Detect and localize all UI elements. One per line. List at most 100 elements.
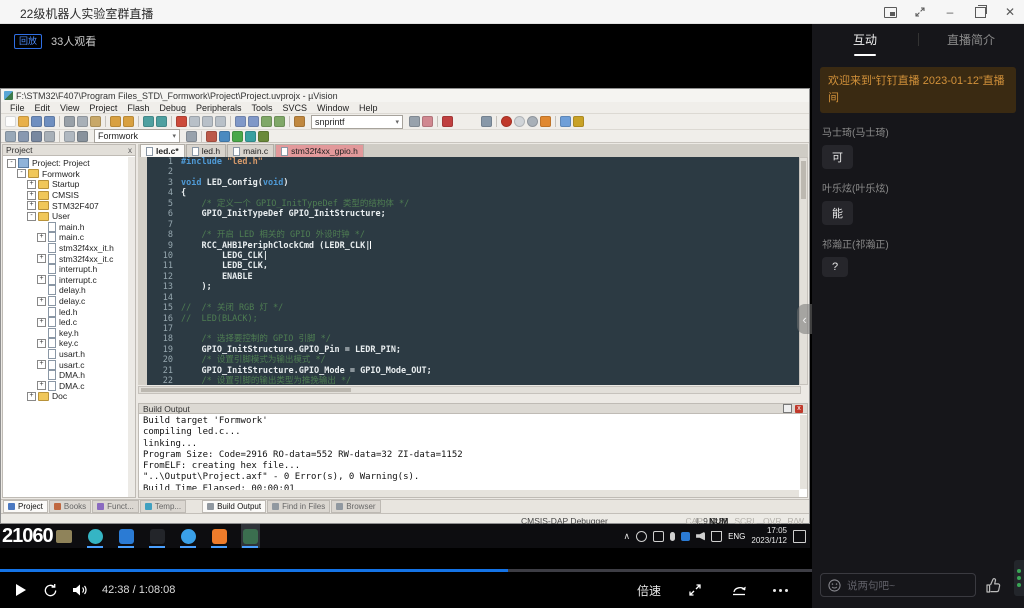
bookmark-toggle-icon[interactable] [176, 116, 187, 127]
expand-icon[interactable]: + [37, 297, 46, 306]
translate-icon[interactable] [5, 131, 16, 142]
tree-item-doc[interactable]: +Doc [3, 391, 135, 402]
expand-icon[interactable]: + [37, 318, 46, 327]
bookmark-clear-icon[interactable] [215, 116, 226, 127]
tree-item-led-h[interactable]: led.h [3, 306, 135, 317]
taskbar-app-app-blue-drive[interactable] [117, 524, 136, 548]
new-file-icon[interactable] [5, 116, 16, 127]
menu-svcs[interactable]: SVCS [278, 103, 313, 113]
taskbar-app-edge-browser[interactable] [86, 524, 105, 548]
menu-project[interactable]: Project [84, 103, 122, 113]
pack-installer-icon[interactable] [219, 131, 230, 142]
expand-icon[interactable]: + [27, 392, 36, 401]
menu-file[interactable]: File [5, 103, 30, 113]
breakpoint-kill-icon[interactable] [527, 116, 538, 127]
menu-view[interactable]: View [55, 103, 84, 113]
editor-tab-led-c-[interactable]: led.c* [140, 144, 185, 157]
book-icon[interactable] [294, 116, 305, 127]
tree-item-usart-c[interactable]: +usart.c [3, 359, 135, 370]
batch-build-icon[interactable] [44, 131, 55, 142]
input-language[interactable]: ENG [728, 532, 745, 541]
tree-item-key-c[interactable]: +key.c [3, 338, 135, 349]
maximize-button[interactable] [972, 4, 988, 20]
tree-item-usart-h[interactable]: usart.h [3, 349, 135, 360]
person-icon[interactable] [422, 116, 433, 127]
tree-item-user[interactable]: -User [3, 211, 135, 222]
tree-item-interrupt-h[interactable]: interrupt.h [3, 264, 135, 275]
mic-icon[interactable] [670, 532, 675, 541]
close-button[interactable]: ✕ [1002, 4, 1018, 20]
indent-right-icon[interactable] [248, 116, 259, 127]
build-output-log[interactable]: Build target 'Formwork'compiling led.c..… [138, 414, 808, 498]
tree-item-interrupt-c[interactable]: +interrupt.c [3, 275, 135, 286]
expand-icon[interactable]: + [37, 275, 46, 284]
notification-center-icon[interactable] [793, 530, 806, 543]
open-file-icon[interactable] [18, 116, 29, 127]
uncomment-icon[interactable] [274, 116, 285, 127]
menu-debug[interactable]: Debug [154, 103, 191, 113]
project-scrollbar[interactable] [128, 157, 135, 497]
view-tab-temp-[interactable]: Temp... [140, 500, 186, 513]
view-tab-project[interactable]: Project [3, 500, 48, 513]
view-tab-browser[interactable]: Browser [331, 500, 380, 513]
tree-item-stm32f4xx-it-h[interactable]: stm32f4xx_it.h [3, 243, 135, 254]
device-icon[interactable] [653, 531, 664, 542]
like-button[interactable] [985, 577, 1002, 594]
view-tab-find-in-files[interactable]: Find in Files [267, 500, 330, 513]
tree-item-stm32f407[interactable]: +STM32F407 [3, 200, 135, 211]
find-in-files-tb-icon[interactable] [258, 131, 269, 142]
tree-item-key-h[interactable]: key.h [3, 328, 135, 339]
menu-window[interactable]: Window [312, 103, 354, 113]
project-close-icon[interactable]: x [128, 146, 132, 155]
expand-icon[interactable]: + [37, 360, 46, 369]
expand-icon[interactable]: + [37, 339, 46, 348]
tree-item-dma-h[interactable]: DMA.h [3, 370, 135, 381]
undo-icon[interactable] [110, 116, 121, 127]
target-select-combo[interactable]: Formwork ▾ [94, 129, 180, 143]
expand-icon[interactable]: + [37, 254, 46, 263]
video-area[interactable]: 回放 33人观看 F:\STM32\F407\Program Files_STD… [0, 24, 812, 608]
redo-icon[interactable] [123, 116, 134, 127]
network-icon[interactable] [711, 531, 722, 542]
key-icon[interactable] [573, 116, 584, 127]
editor-tab-led-h[interactable]: led.h [186, 144, 226, 157]
taskbar-app-app-orange[interactable] [210, 524, 229, 548]
onedrive-icon[interactable] [681, 532, 690, 541]
tree-item-delay-h[interactable]: delay.h [3, 285, 135, 296]
nav-back-icon[interactable] [143, 116, 154, 127]
tree-item-delay-c[interactable]: +delay.c [3, 296, 135, 307]
tree-item-project-project[interactable]: -Project: Project [3, 158, 135, 169]
indent-left-icon[interactable] [235, 116, 246, 127]
tree-item-formwork[interactable]: -Formwork [3, 169, 135, 180]
build-close-icon[interactable]: x [795, 405, 803, 413]
emoji-icon[interactable] [828, 579, 841, 592]
tray-clock[interactable]: 17:05 2023/1/12 [751, 526, 787, 546]
copy-icon[interactable] [77, 116, 88, 127]
play-button[interactable] [10, 580, 30, 600]
expand-icon[interactable]: + [37, 233, 46, 242]
tab-stream-info[interactable]: 直播简介 [918, 31, 1024, 48]
search-settings-icon[interactable] [409, 116, 420, 127]
tree-item-cmsis[interactable]: +CMSIS [3, 190, 135, 201]
build-vscrollbar[interactable] [800, 415, 807, 489]
reaction-bar[interactable] [1014, 560, 1024, 596]
pin-icon[interactable] [783, 404, 792, 413]
code-editor[interactable]: 1#include "led.h"23void LED_Config(void)… [138, 157, 801, 385]
tree-item-stm32f4xx-it-c[interactable]: +stm32f4xx_it.c [3, 253, 135, 264]
comment-icon[interactable] [261, 116, 272, 127]
cut-icon[interactable] [64, 116, 75, 127]
tree-item-dma-c[interactable]: +DMA.c [3, 380, 135, 391]
expand-icon[interactable]: + [27, 180, 36, 189]
collapse-icon[interactable]: - [17, 169, 26, 178]
fullscreen-icon[interactable] [685, 580, 705, 600]
speaker-icon[interactable] [696, 532, 705, 541]
taskbar-app-app-media-dark[interactable] [148, 524, 167, 548]
collapse-icon[interactable]: - [7, 159, 16, 168]
help-search-icon[interactable] [442, 116, 453, 127]
collapse-icon[interactable]: - [27, 212, 36, 221]
expand-icon[interactable]: + [27, 201, 36, 210]
refresh-button[interactable] [40, 580, 60, 600]
paste-icon[interactable] [90, 116, 101, 127]
build-hscrollbar[interactable] [139, 490, 799, 497]
hard-hat-icon[interactable] [540, 116, 551, 127]
